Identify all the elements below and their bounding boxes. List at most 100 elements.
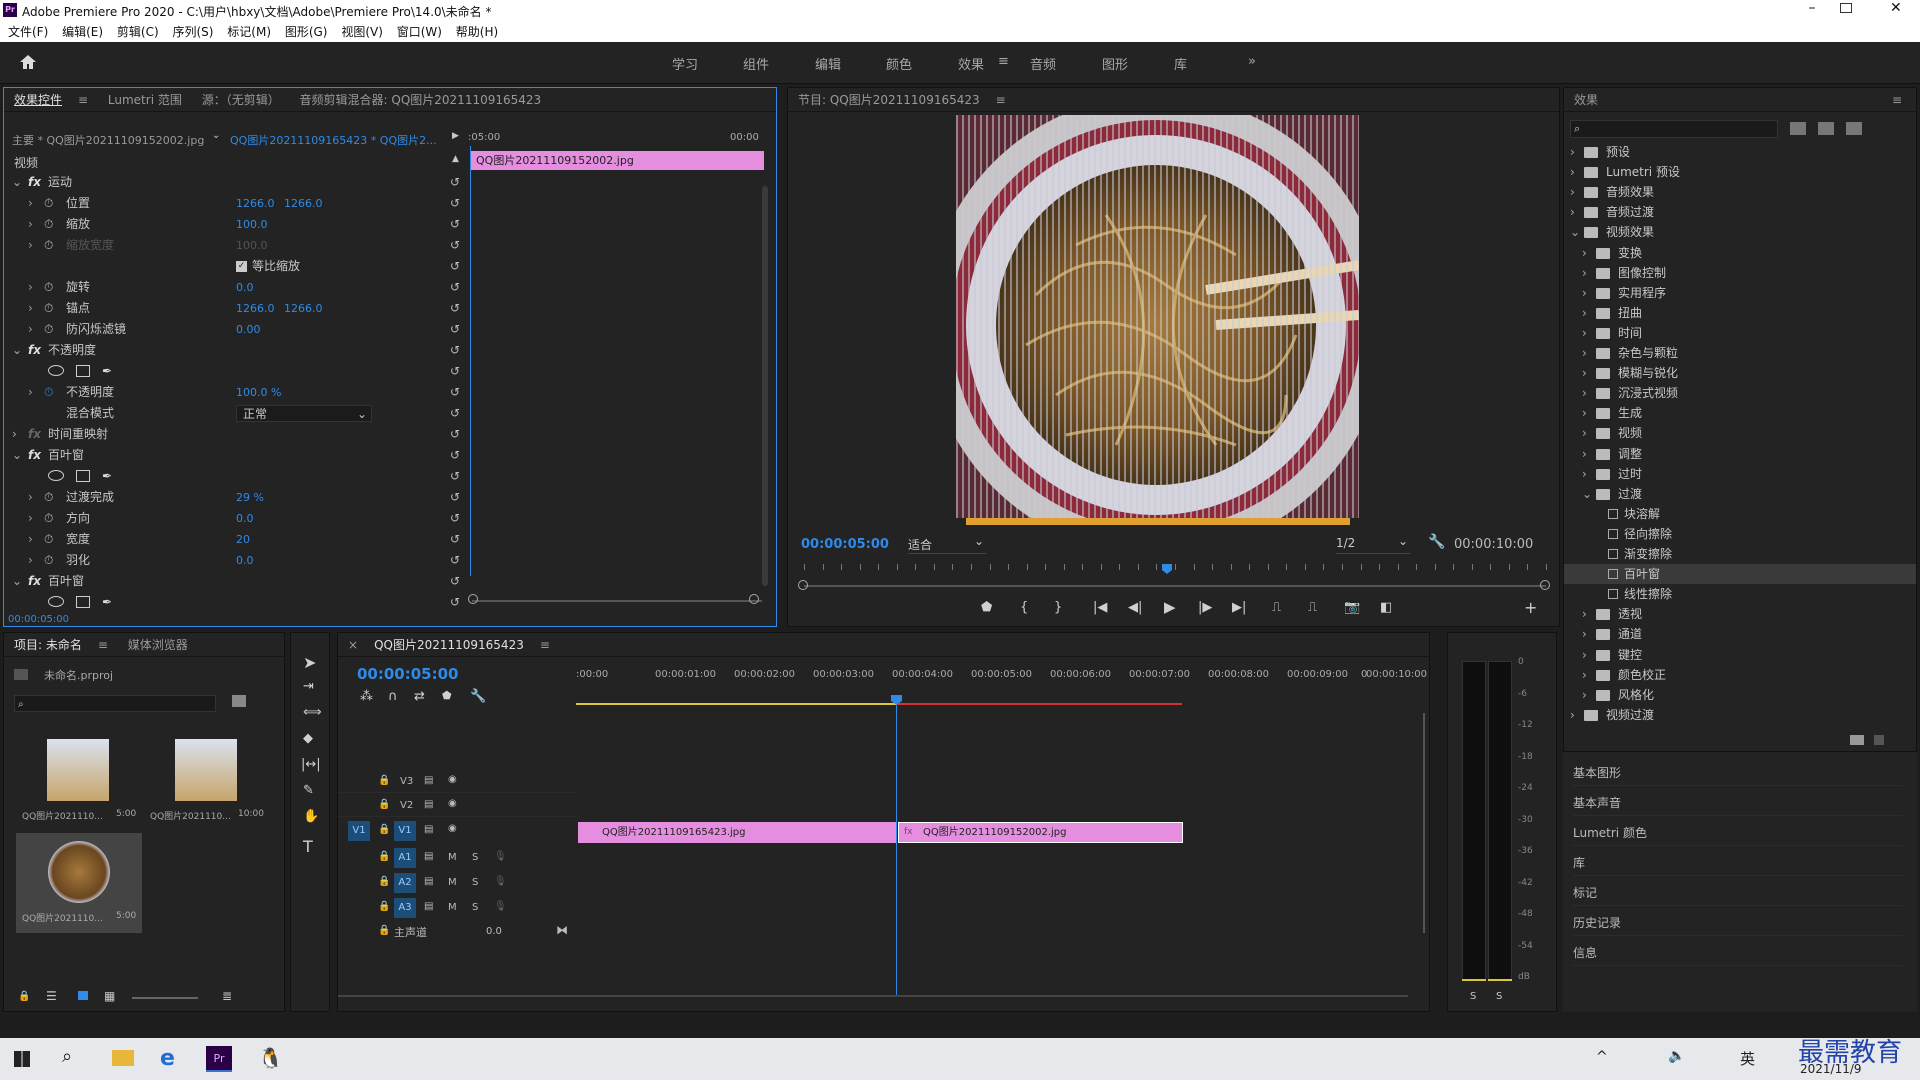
menu-window[interactable]: 窗口(W) (397, 22, 442, 42)
stopwatch-icon[interactable]: ⏱ (44, 298, 53, 319)
collapsed-panel-tab[interactable]: 库 (1573, 850, 1903, 876)
chevron-icon[interactable]: › (1582, 464, 1587, 484)
master-volume[interactable]: 0.0 (486, 926, 502, 937)
track-select-tool-icon[interactable]: ⇥ (303, 679, 314, 694)
sync-lock-icon[interactable]: ▤ (424, 876, 433, 887)
effects-tree-item[interactable]: › 视频 (1564, 423, 1916, 443)
workspace-audio[interactable]: 音频 (1030, 54, 1056, 73)
chevron-down-icon[interactable]: ⌄ (212, 130, 220, 141)
collapsed-panel-tab[interactable]: Lumetri 颜色 (1573, 820, 1903, 846)
yuv-effects-icon[interactable] (1846, 122, 1862, 135)
nest-icon[interactable]: ⁂ (360, 689, 373, 704)
effects-tree-item[interactable]: › 预设 (1564, 142, 1916, 162)
stopwatch-icon[interactable]: ⏱ (44, 550, 53, 571)
chevron-right-icon[interactable]: › (28, 235, 33, 256)
effects-tree-item[interactable]: › 扭曲 (1564, 303, 1916, 323)
chevron-right-icon[interactable]: › (28, 382, 33, 403)
step-forward-icon[interactable]: |▶ (1198, 600, 1212, 615)
reset-icon[interactable]: ↺ (450, 193, 460, 214)
chevron-down-icon[interactable]: ⌄ (12, 571, 22, 592)
microphone-icon[interactable]: 🎙 (494, 851, 507, 862)
effect-property-row[interactable]: ⌄ fx 百叶窗 ↺ (4, 571, 464, 592)
timeline-ruler[interactable]: :00:00 00:00:01:00 00:00:02:00 00:00:03:00 0… (576, 669, 1427, 699)
chevron-down-icon[interactable]: ⌄ (12, 340, 22, 361)
property-value[interactable]: 100.0 (236, 235, 268, 256)
lock-icon[interactable]: 🔒 (18, 991, 30, 1002)
pen-mask-icon[interactable]: ✒ (102, 361, 112, 382)
menu-edit[interactable]: 编辑(E) (62, 22, 103, 42)
reset-icon[interactable]: ↺ (450, 487, 460, 508)
effect-property-row[interactable]: ⌄ fx 运动 ↺ (4, 172, 464, 193)
reset-icon[interactable]: ↺ (450, 235, 460, 256)
icon-view-icon[interactable] (78, 991, 88, 1000)
play-icon[interactable]: ▶ (1164, 598, 1176, 616)
reset-icon[interactable]: ↺ (450, 508, 460, 529)
reset-icon[interactable]: ↺ (450, 382, 460, 403)
chevron-icon[interactable]: › (1582, 665, 1587, 685)
workspace-assembly[interactable]: 组件 (743, 54, 769, 73)
sequence-menu-icon[interactable]: ≡ (540, 638, 550, 652)
chevron-right-icon[interactable]: › (28, 319, 33, 340)
reset-icon[interactable]: ↺ (450, 550, 460, 571)
stopwatch-icon[interactable]: ⏱ (44, 235, 53, 256)
file-explorer-icon[interactable] (112, 1050, 134, 1066)
reset-icon[interactable]: ↺ (450, 592, 460, 613)
list-view-icon[interactable]: ☰ (46, 989, 57, 1003)
chevron-right-icon[interactable]: › (28, 487, 33, 508)
eye-icon[interactable]: ◉ (448, 798, 457, 809)
property-value[interactable]: 100.0 (236, 214, 268, 235)
menu-graphics[interactable]: 图形(G) (285, 22, 328, 42)
effects-tree-item[interactable]: › 杂色与颗粒 (1564, 343, 1916, 363)
reset-icon[interactable]: ↺ (450, 571, 460, 592)
reset-icon[interactable]: ↺ (450, 319, 460, 340)
type-tool-icon[interactable]: T (303, 837, 313, 856)
mark-out-icon[interactable]: } (1054, 600, 1062, 615)
chevron-icon[interactable]: › (1582, 604, 1587, 624)
effects-tree-item[interactable]: ⌄ 视频效果 (1564, 222, 1916, 242)
slip-tool-icon[interactable]: |↔| (301, 757, 321, 772)
chevron-right-icon[interactable]: › (28, 277, 33, 298)
ime-indicator[interactable]: 英 (1740, 1048, 1755, 1069)
chevron-icon[interactable]: › (1570, 202, 1575, 222)
stopwatch-icon[interactable]: ⏱ (44, 214, 53, 235)
effect-property-row[interactable]: › ⏱ 缩放 100.0 ↺ (4, 214, 464, 235)
chevron-icon[interactable]: › (1582, 243, 1587, 263)
track-target-a3[interactable]: A3 (394, 898, 416, 918)
effects-tree-item[interactable]: › 沉浸式视频 (1564, 383, 1916, 403)
extract-icon[interactable]: ⎍ (1308, 600, 1317, 615)
effects-tree-item[interactable]: › 图像控制 (1564, 263, 1916, 283)
ellipse-mask-icon[interactable] (48, 470, 64, 481)
chevron-icon[interactable]: › (1570, 182, 1575, 202)
effects-tree-item[interactable]: › 实用程序 (1564, 283, 1916, 303)
pen-mask-icon[interactable]: ✒ (102, 466, 112, 487)
new-bin-icon[interactable] (1850, 735, 1864, 745)
solo-button[interactable]: S (472, 877, 478, 888)
menu-sequence[interactable]: 序列(S) (172, 22, 213, 42)
tl-hscroll[interactable] (338, 995, 1408, 997)
effects-tree-item[interactable]: 百叶窗 (1564, 564, 1916, 585)
chevron-right-icon[interactable]: › (28, 298, 33, 319)
chevron-icon[interactable]: › (1582, 645, 1587, 665)
timeline-clip-1[interactable]: QQ图片20211109165423.jpg (578, 822, 896, 843)
effects-tree-item[interactable]: › 通道 (1564, 624, 1916, 644)
property-value[interactable]: 1266.0 (236, 298, 275, 319)
eye-icon[interactable]: ◉ (448, 774, 457, 785)
collapsed-panel-tab[interactable]: 标记 (1573, 880, 1903, 906)
workspace-learn[interactable]: 学习 (672, 54, 698, 73)
workspace-graphics[interactable]: 图形 (1102, 54, 1128, 73)
effect-property-row[interactable]: › ⏱ 不透明度 100.0 % ↺ (4, 382, 464, 403)
effects-tree-item[interactable]: › 颜色校正 (1564, 665, 1916, 685)
sync-lock-icon[interactable]: ▤ (424, 824, 433, 835)
go-to-in-icon[interactable]: |◀ (1093, 600, 1107, 615)
qq-icon[interactable]: 🐧 (258, 1046, 283, 1070)
sync-lock-icon[interactable]: ▤ (424, 901, 433, 912)
chevron-icon[interactable]: › (1582, 283, 1587, 303)
stopwatch-icon[interactable]: ⏱ (44, 529, 53, 550)
chevron-icon[interactable]: › (1582, 383, 1587, 403)
reset-icon[interactable]: ↺ (450, 214, 460, 235)
program-menu-icon[interactable]: ≡ (996, 93, 1006, 107)
add-marker-icon[interactable]: ⬟ (442, 689, 452, 702)
ripple-edit-tool-icon[interactable]: ⟺ (303, 705, 322, 720)
razor-tool-icon[interactable]: ◆ (303, 731, 313, 746)
ec-scrollbar[interactable] (762, 186, 768, 586)
